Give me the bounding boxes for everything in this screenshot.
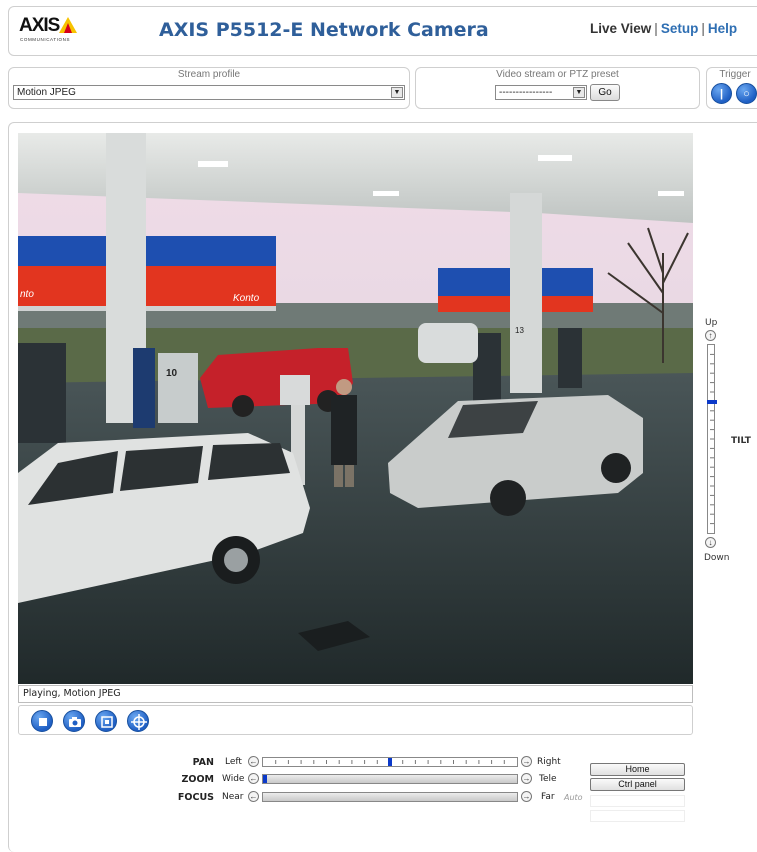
header: AXIS COMMUNICATIONS AXIS P5512-E Network… (8, 6, 757, 56)
arrow-right-icon: → (522, 774, 531, 783)
zoom-wide-label: Wide (222, 774, 245, 784)
zoom-label: ZOOM (181, 774, 215, 785)
pan-right-label: Right (537, 757, 561, 767)
focus-auto-label[interactable]: Auto (564, 793, 583, 802)
tilt-ticks (710, 353, 714, 525)
nav-separator: | (654, 21, 658, 36)
logo-text: AXIS (19, 15, 60, 36)
ptz-preset-value: ---------------- (499, 87, 553, 98)
go-button[interactable]: Go (590, 84, 620, 101)
chevron-down-icon: ▼ (573, 87, 585, 98)
focus-near-label: Near (222, 792, 244, 802)
home-button[interactable]: Home (590, 763, 685, 776)
trigger-panel: Trigger | ○ (706, 67, 757, 109)
fullscreen-button[interactable] (95, 710, 117, 732)
focus-near-button[interactable]: ← (248, 791, 259, 802)
video-controls (18, 705, 693, 735)
tilt-up-label: Up (705, 318, 718, 328)
ptz-crosshair-icon (131, 714, 147, 730)
pump-number-right: 13 (515, 326, 524, 335)
empty-button-slot (590, 795, 685, 807)
arrow-down-icon: ↓ (708, 538, 713, 547)
stream-profile-select[interactable]: Motion JPEG ▼ (13, 85, 405, 100)
tilt-slider[interactable] (707, 344, 717, 534)
focus-slider[interactable] (262, 792, 518, 802)
nav-live-view[interactable]: Live View (590, 21, 651, 36)
pan-label: PAN (192, 757, 214, 768)
camera-image: nto Konto 10 13 (18, 133, 693, 684)
stop-icon (39, 718, 47, 726)
arrow-left-icon: ← (249, 757, 258, 766)
empty-button-slot (590, 810, 685, 822)
fullscreen-icon (101, 716, 113, 728)
tilt-handle[interactable] (707, 400, 717, 405)
pan-left-label: Left (225, 757, 242, 767)
top-nav: Live View | Setup | Help (590, 21, 737, 36)
focus-label: FOCUS (177, 792, 214, 803)
focus-far-label: Far (541, 792, 555, 802)
pan-slider[interactable] (262, 757, 518, 767)
zoom-tele-button[interactable]: → (521, 773, 532, 784)
pump-number: 10 (166, 368, 178, 379)
nav-separator: | (701, 21, 705, 36)
stop-button[interactable] (31, 710, 53, 732)
logo-triangle-icon (59, 17, 77, 33)
snapshot-icon (69, 717, 81, 727)
pan-handle[interactable] (388, 758, 392, 766)
nav-setup[interactable]: Setup (661, 21, 699, 36)
tilt-label: TILT (731, 436, 751, 446)
arrow-left-icon: ← (249, 792, 258, 801)
tilt-up-button[interactable]: ↑ (705, 330, 716, 341)
pan-right-button[interactable]: → (521, 756, 532, 767)
sign-left-edge: nto (20, 289, 34, 300)
arrow-left-icon: ← (249, 774, 258, 783)
ptz-preset-label: Video stream or PTZ preset (496, 69, 619, 80)
zoom-slider[interactable] (262, 774, 518, 784)
video-status-bar: Playing, Motion JPEG (18, 685, 693, 703)
ptz-preset-select[interactable]: ---------------- ▼ (495, 85, 587, 100)
focus-far-button[interactable]: → (521, 791, 532, 802)
stream-profile-label: Stream profile (177, 69, 241, 80)
tilt-down-label: Down (704, 553, 730, 563)
trigger-on-button[interactable]: | (711, 83, 732, 104)
pan-left-button[interactable]: ← (248, 756, 259, 767)
ctrl-panel-button[interactable]: Ctrl panel (590, 778, 685, 791)
stream-profile-panel: Stream profile Motion JPEG ▼ (8, 67, 410, 109)
logo-subtext: COMMUNICATIONS (20, 37, 71, 42)
ptz-preset-panel: Video stream or PTZ preset -------------… (415, 67, 700, 109)
arrow-right-icon: → (522, 792, 531, 801)
stream-profile-value: Motion JPEG (17, 87, 76, 98)
zoom-wide-button[interactable]: ← (248, 773, 259, 784)
trigger-off-button[interactable]: ○ (736, 83, 757, 104)
zoom-handle[interactable] (263, 775, 267, 783)
nav-help[interactable]: Help (708, 21, 737, 36)
page-title: AXIS P5512-E Network Camera (159, 19, 489, 41)
ptz-crosshair-button[interactable] (127, 710, 149, 732)
snapshot-button[interactable] (63, 710, 85, 732)
chevron-down-icon: ▼ (391, 87, 403, 98)
axis-logo[interactable]: AXIS COMMUNICATIONS (19, 15, 81, 45)
trigger-bar-icon: | (719, 88, 724, 100)
trigger-circle-icon: ○ (743, 88, 750, 100)
video-view[interactable]: nto Konto 10 13 (18, 133, 693, 684)
tilt-down-button[interactable]: ↓ (705, 537, 716, 548)
video-status-text: Playing, Motion JPEG (23, 688, 121, 699)
trigger-label: Trigger (719, 69, 751, 80)
arrow-up-icon: ↑ (708, 331, 713, 340)
arrow-right-icon: → (522, 757, 531, 766)
sign-konto-mid: Konto (233, 293, 260, 304)
zoom-tele-label: Tele (539, 774, 557, 784)
